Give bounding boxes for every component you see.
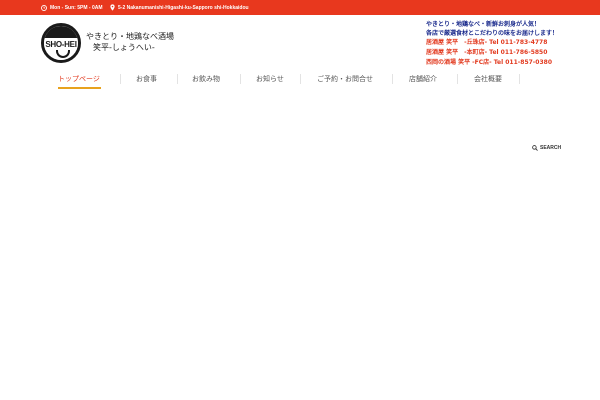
top-info-bar: Mon - Sun: 5PM - 0AM 5-2 Nakanumanishi-H… bbox=[0, 0, 600, 15]
search-icon bbox=[532, 145, 538, 151]
hours-text: Mon - Sun: 5PM - 0AM bbox=[50, 4, 103, 11]
nav-top-page[interactable]: トップページ bbox=[58, 74, 100, 84]
hours-info: Mon - Sun: 5PM - 0AM bbox=[41, 0, 103, 15]
clock-icon bbox=[41, 4, 47, 11]
nav-news[interactable]: お知らせ bbox=[256, 74, 284, 84]
nav-divider bbox=[519, 74, 520, 84]
map-pin-icon bbox=[110, 4, 115, 11]
nav-divider bbox=[240, 74, 241, 84]
site-title-line2: 笑平-しょうへい- bbox=[93, 43, 155, 52]
search-label: SEARCH bbox=[540, 145, 562, 151]
nav-divider bbox=[392, 74, 393, 84]
nav-divider bbox=[300, 74, 301, 84]
shop-okadama[interactable]: 居酒屋 笑平 -丘珠店- Tel 011-783-4778 bbox=[426, 38, 552, 48]
nav-reservation[interactable]: ご予約・お問合せ bbox=[317, 74, 373, 84]
shop-honcho[interactable]: 居酒屋 笑平 -本町店- Tel 011-786-5850 bbox=[426, 48, 552, 58]
promo-text: やきとり・地鶏なべ・新鮮お刺身が人気！ 各店で厳選食材とこだわりの味をお届けしま… bbox=[426, 20, 558, 38]
address-text: 5-2 Nakanumanishi-Higashi-ku-Sapporo shi… bbox=[118, 4, 249, 11]
nav-food[interactable]: お食事 bbox=[136, 74, 157, 84]
nav-company[interactable]: 会社概要 bbox=[474, 74, 502, 84]
nav-drinks[interactable]: お飲み物 bbox=[192, 74, 220, 84]
promo-line2: 各店で厳選食材とこだわりの味をお届けします！ bbox=[426, 30, 559, 37]
site-title-line1: やきとり・地鶏なべ酒場 bbox=[86, 32, 174, 41]
address-info: 5-2 Nakanumanishi-Higashi-ku-Sapporo shi… bbox=[110, 0, 249, 15]
nav-divider bbox=[457, 74, 458, 84]
nav-shops[interactable]: 店舗紹介 bbox=[409, 74, 437, 84]
logo-text: SHO-HEI bbox=[44, 38, 78, 50]
search-button[interactable]: SEARCH bbox=[532, 145, 561, 151]
shohei-logo[interactable]: SHO-HEI bbox=[41, 23, 81, 63]
promo-line1: やきとり・地鶏なべ・新鮮お刺身が人気！ bbox=[426, 21, 541, 28]
shop-list: 居酒屋 笑平 -丘珠店- Tel 011-783-4778 居酒屋 笑平 -本町… bbox=[426, 38, 552, 68]
nav-divider bbox=[120, 74, 121, 84]
nav-divider bbox=[177, 74, 178, 84]
active-nav-underline bbox=[58, 87, 101, 89]
shop-fc[interactable]: 西岡の酒場 笑平 -FC店- Tel 011-857-0380 bbox=[426, 58, 552, 68]
